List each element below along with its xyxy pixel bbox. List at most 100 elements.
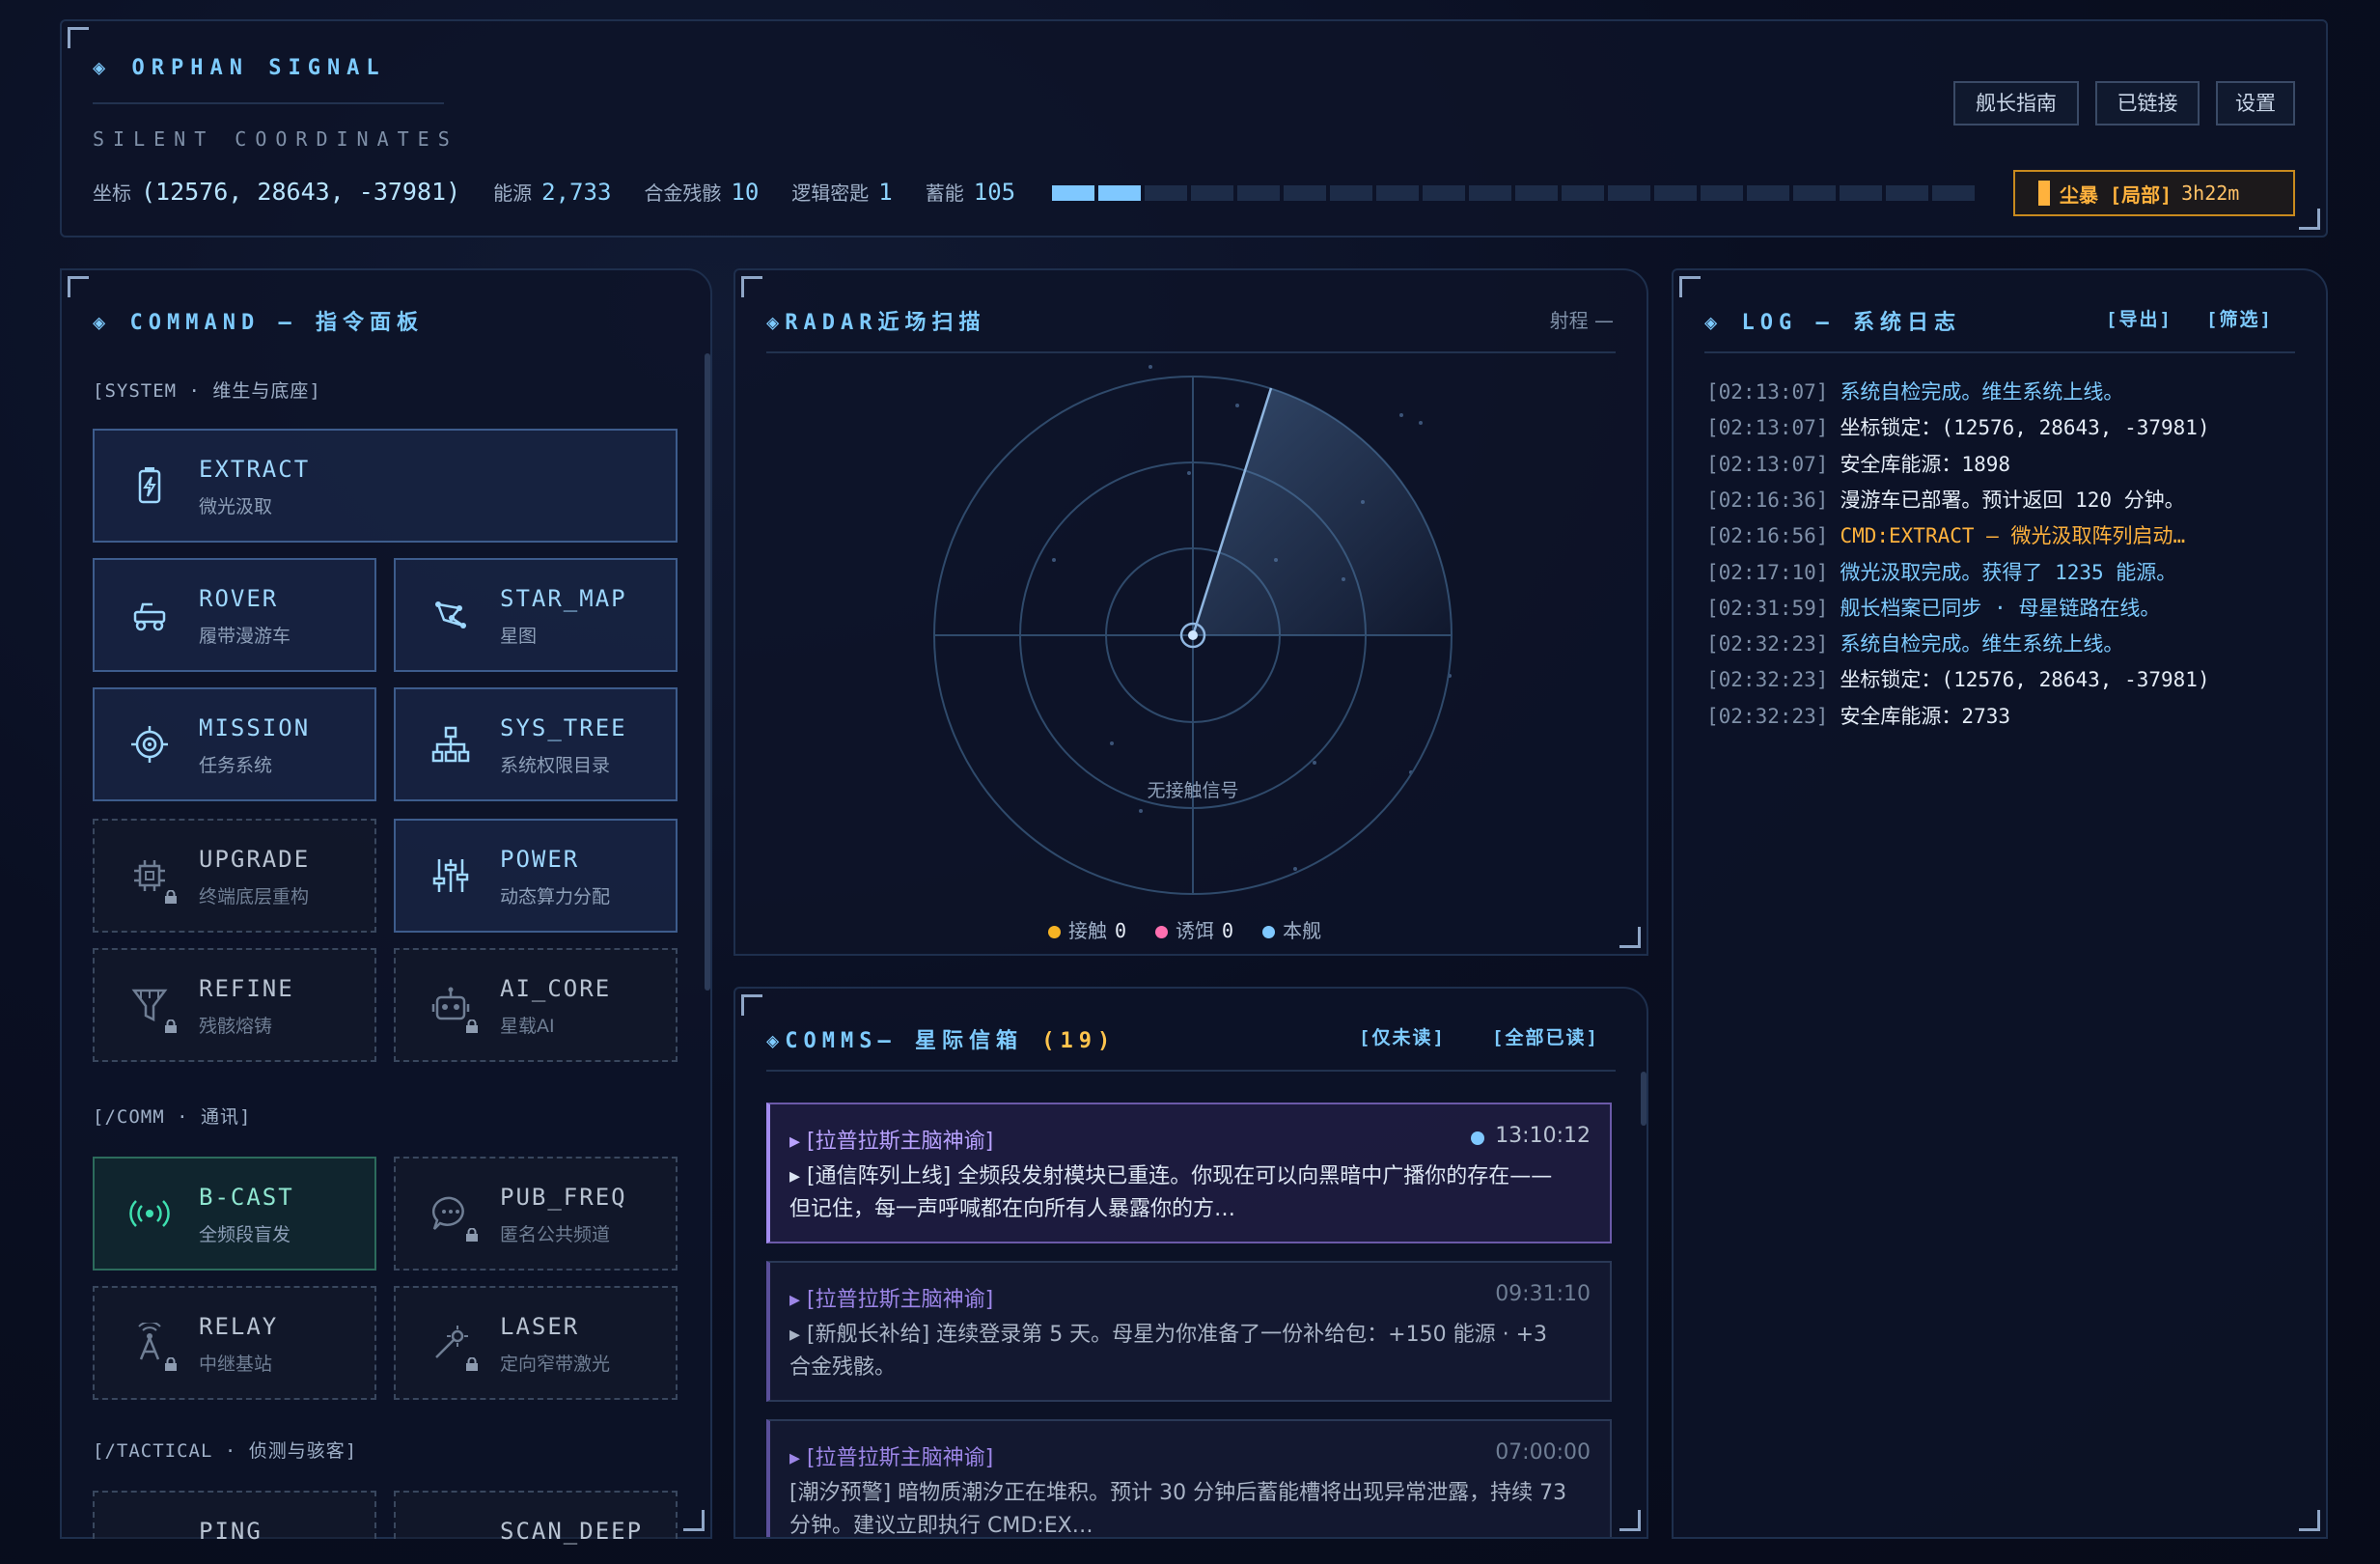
cmd-ping-button[interactable]: PING xyxy=(93,1491,376,1545)
log-entry: [02:32:23] 系统自检完成。维生系统上线。 xyxy=(1706,628,2123,657)
cmd-desc: 星图 xyxy=(500,626,538,647)
storage-segment xyxy=(1515,185,1558,201)
storage-segment xyxy=(1608,185,1650,201)
storage-segment xyxy=(1145,185,1187,201)
storage-segment xyxy=(1098,185,1141,201)
cmd-sys-tree-button[interactable]: SYS_TREE 系统权限目录 xyxy=(394,687,678,801)
log-message: 安全库能源：2733 xyxy=(1840,704,2011,728)
storage-segment xyxy=(1423,185,1465,201)
corner-bracket xyxy=(1679,276,1701,297)
storage-segment xyxy=(1191,185,1233,201)
cmd-name: RELAY xyxy=(199,1313,279,1340)
corner-bracket xyxy=(2299,209,2320,230)
cmd-desc: 履带漫游车 xyxy=(199,626,291,647)
section-system: [SYSTEM · 维生与底座] xyxy=(93,380,321,402)
message-time: 07:00:00 xyxy=(1495,1440,1591,1465)
unread-dot-icon xyxy=(1471,1131,1484,1145)
target-icon xyxy=(131,726,168,763)
filter-unread-button[interactable]: [仅未读] xyxy=(1359,1023,1446,1049)
cmd-power-button[interactable]: POWER 动态算力分配 xyxy=(394,819,678,933)
log-entry: [02:31:59] 舰长档案已同步 · 母星链路在线。 xyxy=(1706,593,2160,622)
log-entry: [02:13:07] 系统自检完成。维生系统上线。 xyxy=(1706,377,2123,405)
message-item[interactable]: ▸ [拉普拉斯主脑神谕] 07:00:00 [潮汐预警] 暗物质潮汐正在堆积。预… xyxy=(766,1419,1612,1537)
storage-segment xyxy=(1747,185,1789,201)
log-message: 坐标锁定：(12576, 28643, -37981) xyxy=(1840,416,2210,440)
cmd-desc: 中继基站 xyxy=(199,1354,273,1375)
cmd-name: PING xyxy=(199,1518,263,1545)
log-panel-title: ◈ LOG — 系统日志 xyxy=(1704,311,1961,335)
cmd-laser-button[interactable]: LASER 定向窄带激光 xyxy=(394,1286,678,1400)
corner-bracket xyxy=(68,276,89,297)
storage-segment xyxy=(1052,185,1094,201)
cmd-name: B-CAST xyxy=(199,1184,294,1211)
log-message: 安全库能源：1898 xyxy=(1840,452,2011,476)
cmd-rover-button[interactable]: ROVER 履带漫游车 xyxy=(93,558,376,672)
comms-scrollbar[interactable] xyxy=(1641,1072,1647,1126)
radar-legend: 接触 0 诱饵 0 本舰 xyxy=(1048,915,1321,943)
cmd-name: STAR_MAP xyxy=(500,585,627,612)
log-timestamp: [02:32:23] xyxy=(1706,632,1829,656)
cmd-refine-button[interactable]: REFINE 残骸熔铸 xyxy=(93,948,376,1062)
corner-bracket xyxy=(741,994,762,1016)
alloy-label: 合金残骸 xyxy=(644,182,722,205)
decoy-dot-icon xyxy=(1155,926,1169,938)
corner-bracket xyxy=(1619,1510,1641,1531)
cmd-name: SYS_TREE xyxy=(500,714,627,741)
alloy-value: 10 xyxy=(731,179,760,206)
sliders-icon xyxy=(432,859,469,892)
storage-value: 105 xyxy=(973,179,1016,206)
cmd-relay-button[interactable]: RELAY 中继基站 xyxy=(93,1286,376,1400)
cmd-desc: 匿名公共频道 xyxy=(500,1224,611,1245)
message-sender: ▸ [拉普拉斯主脑神谕] xyxy=(789,1130,994,1154)
command-scrollbar[interactable] xyxy=(705,353,710,991)
cmd-mission-button[interactable]: MISSION 任务系统 xyxy=(93,687,376,801)
corner-bracket xyxy=(2299,1510,2320,1531)
storage-segment xyxy=(1562,185,1604,201)
mark-all-read-button[interactable]: [全部已读] xyxy=(1492,1023,1599,1049)
export-button[interactable]: [导出] xyxy=(2106,305,2172,331)
cmd-name: LASER xyxy=(500,1313,580,1340)
log-entry: [02:17:10] 微光汲取完成。获得了 1235 能源。 xyxy=(1706,557,2176,586)
lock-icon xyxy=(165,890,177,904)
section-tactical: [/TACTICAL · 侦测与骇客] xyxy=(93,1440,358,1462)
cmd-pub-freq-button[interactable]: PUB_FREQ 匿名公共频道 xyxy=(394,1157,678,1271)
captain-guide-button[interactable]: 舰长指南 xyxy=(1953,81,2079,126)
cmd-b-cast-button[interactable]: B-CAST 全频段盲发 xyxy=(93,1157,376,1271)
storage-segment xyxy=(1654,185,1697,201)
radar-scope[interactable]: 无接触信号 xyxy=(735,270,1650,958)
message-item[interactable]: ▸ [拉普拉斯主脑神谕] 13:10:12 ▸ [通信阵列上线] 全频段发射模块… xyxy=(766,1103,1612,1243)
warning-block-icon xyxy=(2038,181,2050,206)
lock-icon xyxy=(165,1019,177,1033)
message-item[interactable]: ▸ [拉普拉斯主脑神谕] 09:31:10 ▸ [新舰长补给] 连续登录第 5 … xyxy=(766,1261,1612,1402)
no-contact-label: 无接触信号 xyxy=(1147,780,1238,801)
cmd-ai-core-button[interactable]: AI_CORE 星载AI xyxy=(394,948,678,1062)
cmd-desc: 任务系统 xyxy=(199,755,273,776)
battery-bolt-icon xyxy=(138,467,161,504)
storage-segment xyxy=(1840,185,1882,201)
linked-button[interactable]: 已链接 xyxy=(2095,81,2200,126)
radar-panel: ◈RADAR近场扫描 射程 — 无接触信号 接触 0 诱饵 0 本舰 xyxy=(733,268,1648,956)
lock-icon xyxy=(466,1019,478,1033)
legend-decoy: 诱饵 0 xyxy=(1155,915,1233,943)
log-message: 系统自检完成。维生系统上线。 xyxy=(1840,380,2124,404)
cmd-name: AI_CORE xyxy=(500,975,612,1002)
top-status-bar: ◈ ORPHAN SIGNAL SILENT COORDINATES 坐标 (1… xyxy=(60,19,2328,237)
log-message: 系统自检完成。维生系统上线。 xyxy=(1840,632,2124,656)
message-body: ▸ [通信阵列上线] 全频段发射模块已重连。你现在可以向黑暗中广播你的存在——但… xyxy=(789,1164,1553,1221)
log-message: 漫游车已部署。预计返回 120 分钟。 xyxy=(1840,488,2185,512)
dust-storm-alert[interactable]: 尘暴 [局部] 3h22m xyxy=(2013,170,2295,216)
cmd-star-map-button[interactable]: STAR_MAP 星图 xyxy=(394,558,678,672)
filter-button[interactable]: [筛选] xyxy=(2206,305,2273,331)
log-timestamp: [02:13:07] xyxy=(1706,416,1829,440)
cmd-extract-button[interactable]: EXTRACT 微光汲取 xyxy=(93,429,678,543)
cmd-scan-deep-button[interactable]: SCAN_DEEP xyxy=(394,1491,678,1545)
resource-stats: 坐标 (12576, 28643, -37981) 能源 2,733 合金残骸 … xyxy=(93,178,1048,206)
log-message: 舰长档案已同步 · 母星链路在线。 xyxy=(1840,596,2161,620)
log-entry: [02:13:07] 坐标锁定：(12576, 28643, -37981) xyxy=(1706,412,2210,441)
settings-button[interactable]: 设置 xyxy=(2216,81,2295,126)
command-panel-title: ◈ COMMAND — 指令面板 xyxy=(93,311,424,335)
log-message: 坐标锁定：(12576, 28643, -37981) xyxy=(1840,668,2210,692)
corner-bracket xyxy=(683,1510,705,1531)
cmd-upgrade-button[interactable]: UPGRADE 终端底层重构 xyxy=(93,819,376,933)
log-timestamp: [02:16:56] xyxy=(1706,524,1829,548)
